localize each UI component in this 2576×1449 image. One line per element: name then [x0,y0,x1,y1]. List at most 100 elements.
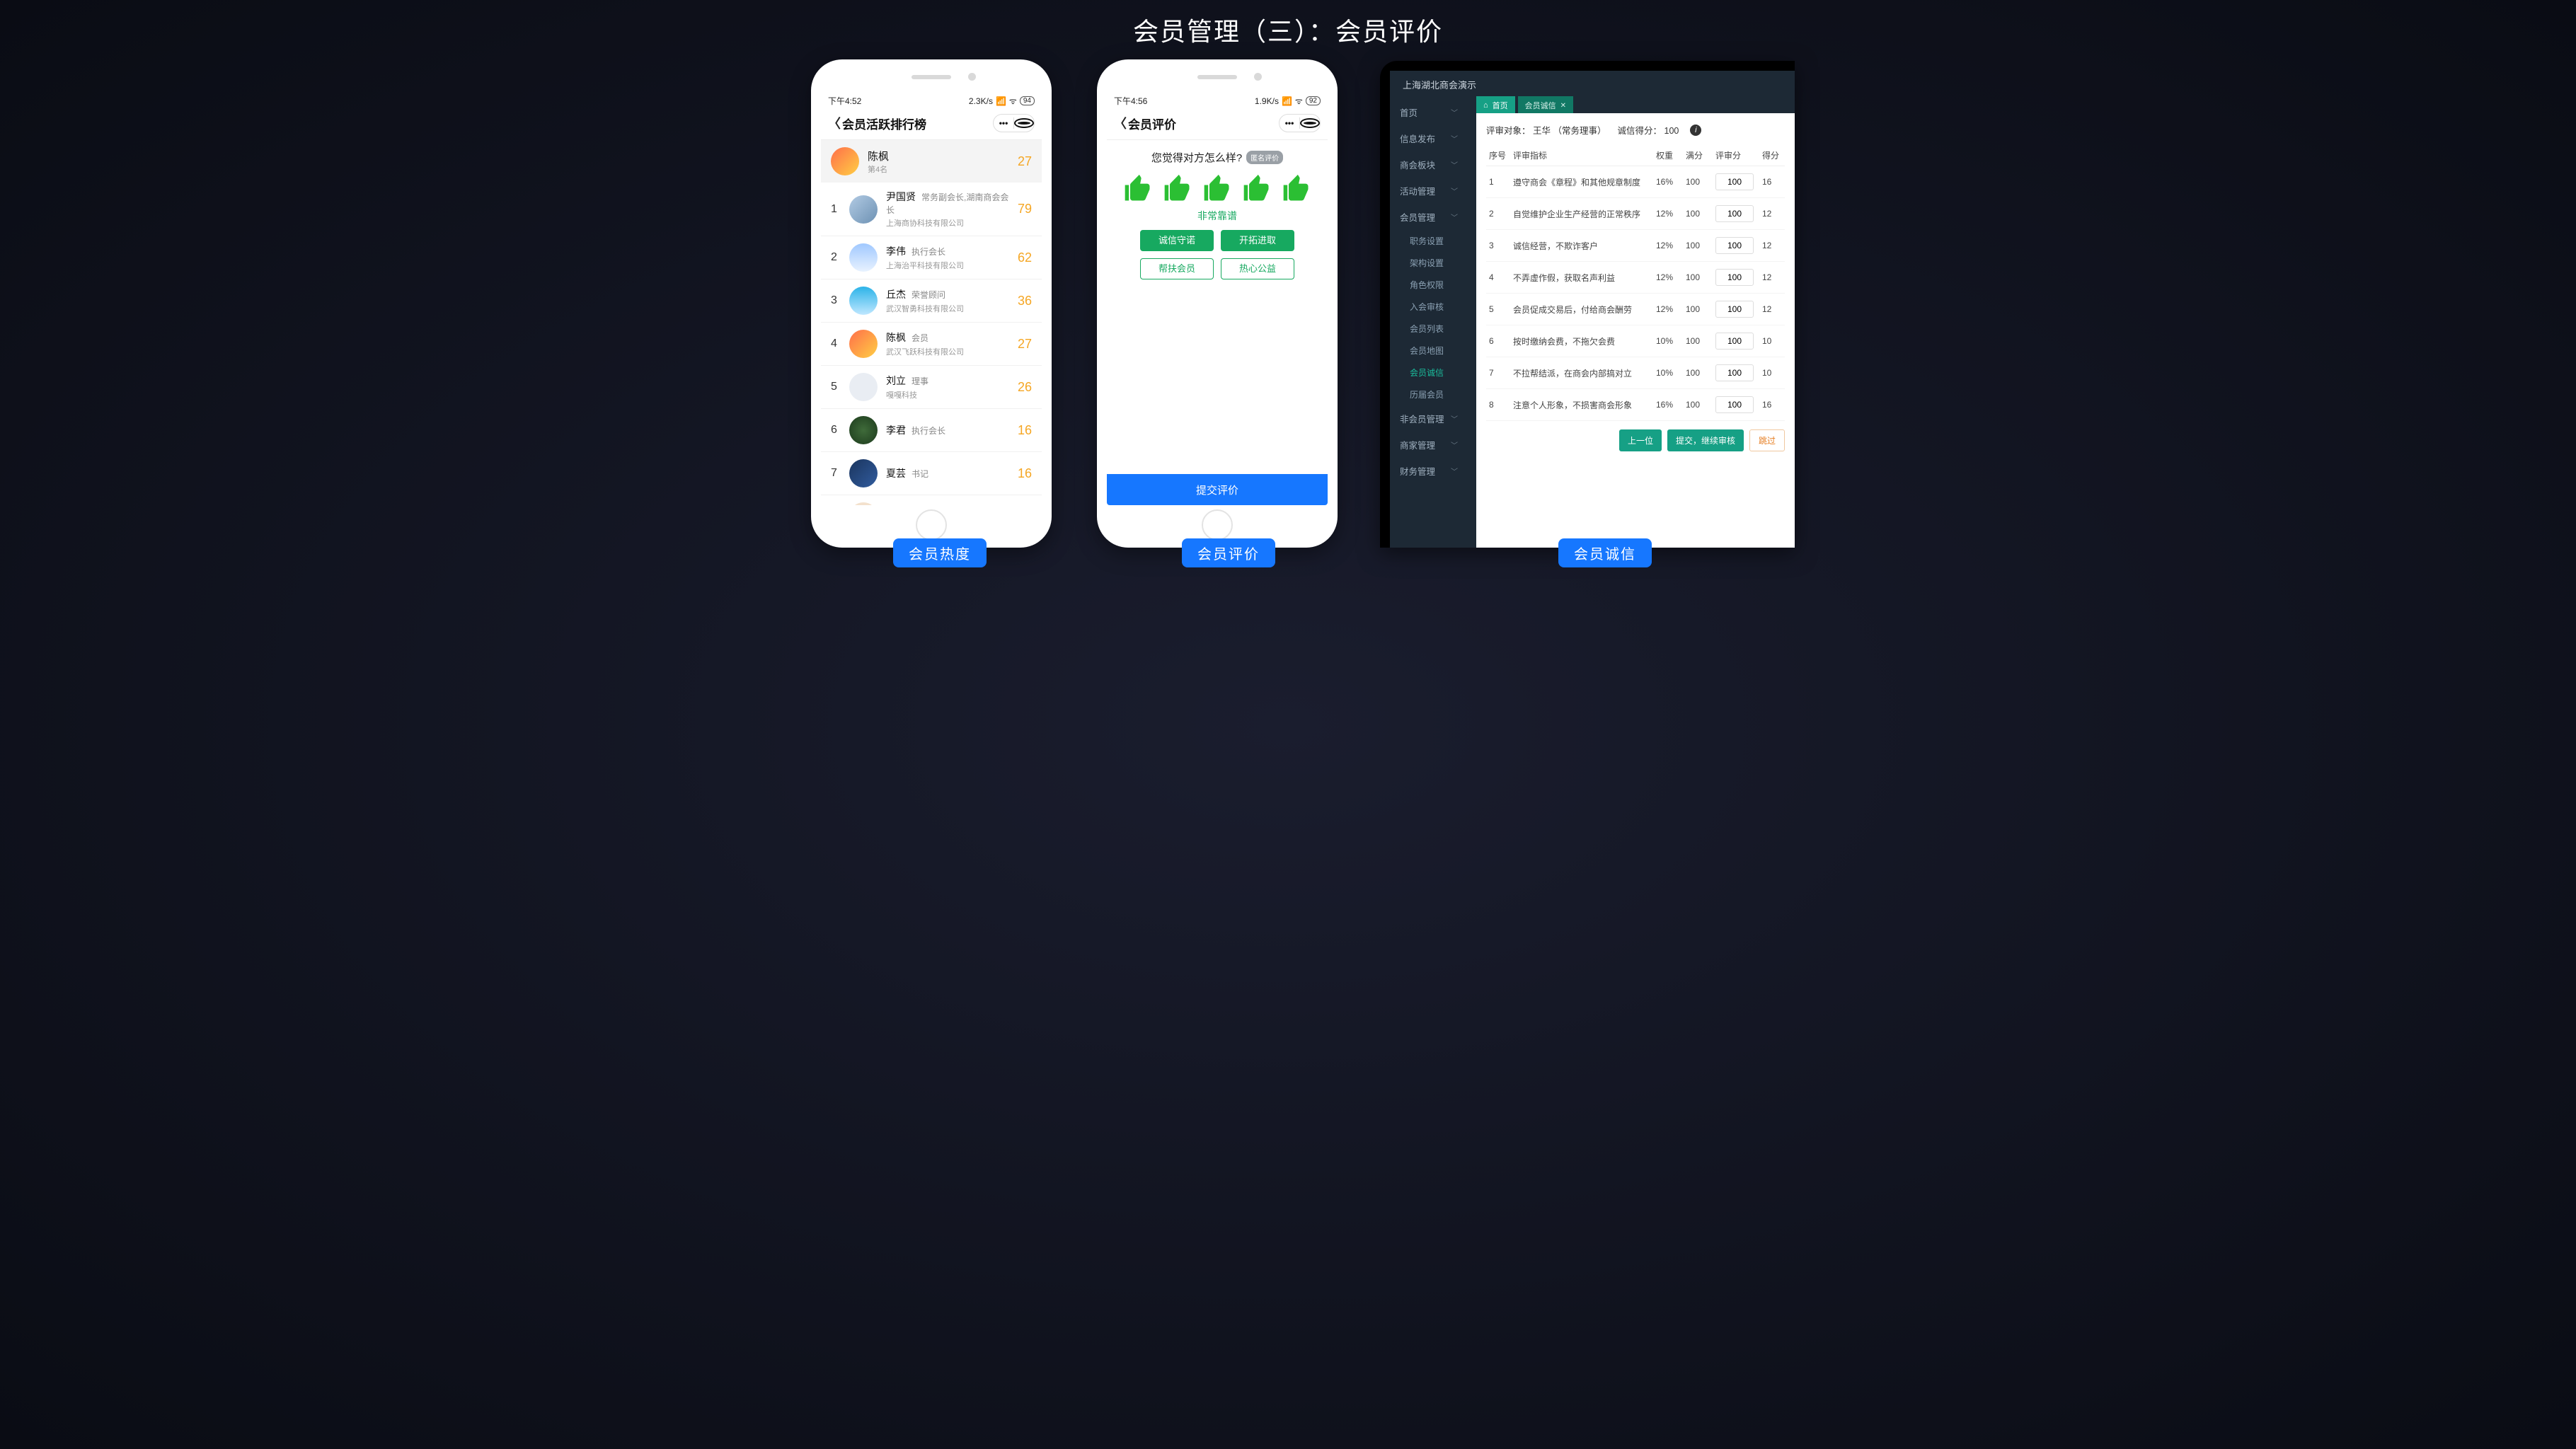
close-icon[interactable] [1300,118,1320,129]
thumb-up-icon[interactable] [1202,173,1233,204]
score-input[interactable] [1715,269,1754,286]
skip-button[interactable]: 跳过 [1749,429,1785,451]
thumb-up-icon[interactable] [1281,173,1312,204]
home-icon: ⌂ [1483,101,1488,110]
score-input[interactable] [1715,333,1754,350]
sidebar-item[interactable]: 活动管理﹀ [1390,178,1468,204]
cell-metric: 按时缴纳会费，不拖欠会费 [1510,325,1653,357]
sidebar-subitem[interactable]: 历届会员 [1390,383,1468,405]
thumb-up-icon[interactable] [1122,173,1154,204]
credit-table: 序号评审指标权重满分评审分得分 1遵守商会《章程》和其他规章制度16%10016… [1486,145,1785,421]
ranking-list[interactable]: 1尹国贤常务副会长,湖南商会会长上海商协科技有限公司792李伟执行会长上海治平科… [821,183,1042,505]
table-row: 2自觉维护企业生产经营的正常秩序12%10012 [1486,198,1785,230]
prev-button[interactable]: 上一位 [1619,429,1662,451]
phone-rating-screen: 下午4:56 1.9K/s 📶 ᯤ 92 〈 会员评价 ••• [1107,91,1328,505]
close-tab-icon[interactable]: ✕ [1560,102,1566,110]
status-time: 下午4:56 [1114,95,1147,107]
ranking-row[interactable]: 3丘杰荣誉顾问武汉智勇科技有限公司36 [821,279,1042,323]
sidebar-item[interactable]: 财务管理﹀ [1390,458,1468,484]
rating-tag[interactable]: 诚信守诺 [1140,230,1214,251]
wifi-icon: ᯤ [1295,95,1303,107]
sidebar-subitem[interactable]: 角色权限 [1390,274,1468,296]
mini-program-capsule[interactable]: ••• [1279,114,1321,132]
rating-tag[interactable]: 开拓进取 [1221,230,1294,251]
submit-continue-button[interactable]: 提交，继续审核 [1667,429,1744,451]
member-company: 上海治平科技有限公司 [886,260,1009,271]
sidebar-item-members[interactable]: 会员管理﹀ [1390,204,1468,230]
cell-index: 8 [1486,389,1510,421]
ranking-row[interactable]: 6李君执行会长16 [821,409,1042,452]
cell-weight: 10% [1653,325,1683,357]
member-score: 79 [1018,202,1032,217]
page-title: 会员管理（三）：会员评价 [773,11,1803,48]
cell-index: 5 [1486,294,1510,325]
info-icon[interactable]: i [1690,125,1701,136]
sidebar-item[interactable]: 首页﹀ [1390,99,1468,125]
status-bar: 下午4:52 2.3K/s 📶 ᯤ 94 [821,91,1042,108]
sidebar-subitem[interactable]: 会员诚信 [1390,362,1468,383]
score-input[interactable] [1715,364,1754,381]
sidebar-subitem[interactable]: 会员列表 [1390,318,1468,340]
sidebar[interactable]: 首页﹀信息发布﹀商会板块﹀活动管理﹀会员管理﹀职务设置架构设置角色权限入会审核会… [1390,99,1468,484]
back-icon[interactable]: 〈 [1114,114,1128,132]
more-icon[interactable]: ••• [1280,118,1299,128]
submit-rating-button[interactable]: 提交评价 [1107,474,1328,505]
cell-weight: 10% [1653,357,1683,389]
ranking-row[interactable]: 2李伟执行会长上海治平科技有限公司62 [821,236,1042,279]
member-role: 执行会长 [912,247,945,257]
avatar [849,459,878,487]
score-input[interactable] [1715,396,1754,413]
tab-credit[interactable]: 会员诚信✕ [1518,96,1573,115]
cell-metric: 不弄虚作假，获取名声利益 [1510,262,1653,294]
phone-speaker [1197,75,1237,79]
cell-input [1713,294,1759,325]
back-icon[interactable]: 〈 [828,114,842,132]
cell-input [1713,166,1759,198]
thumb-up-icon[interactable] [1162,173,1193,204]
more-icon[interactable]: ••• [994,118,1013,128]
rating-tag[interactable]: 热心公益 [1221,258,1294,279]
cell-input [1713,262,1759,294]
sidebar-item[interactable]: 商家管理﹀ [1390,432,1468,458]
home-button[interactable] [1202,509,1233,541]
score-input[interactable] [1715,205,1754,222]
score-input[interactable] [1715,173,1754,190]
sidebar-item[interactable]: 非会员管理﹀ [1390,405,1468,432]
pinned-self-row[interactable]: 陈枫 第4名 27 [821,140,1042,183]
score-input[interactable] [1715,301,1754,318]
ranking-row[interactable]: 1尹国贤常务副会长,湖南商会会长上海商协科技有限公司79 [821,183,1042,236]
thumb-up-icon[interactable] [1241,173,1272,204]
rating-thumbs[interactable] [1115,173,1319,204]
rating-tag[interactable]: 帮扶会员 [1140,258,1214,279]
cell-metric: 注意个人形象，不损害商会形象 [1510,389,1653,421]
navbar: 〈 会员评价 ••• [1107,108,1328,140]
sidebar-subitem[interactable]: 入会审核 [1390,296,1468,318]
cell-index: 6 [1486,325,1510,357]
chevron-down-icon: ﹀ [1451,413,1458,424]
tag-row: 诚信守诺开拓进取帮扶会员热心公益 [1115,230,1319,279]
home-button[interactable] [916,509,947,541]
anonymous-chip[interactable]: 匿名评价 [1246,151,1283,164]
mini-program-capsule[interactable]: ••• [993,114,1035,132]
pinned-name: 陈枫 [868,149,1009,163]
close-icon[interactable] [1014,118,1034,129]
cell-metric: 不拉帮结派，在商会内部搞对立 [1510,357,1653,389]
sidebar-item[interactable]: 商会板块﹀ [1390,151,1468,178]
score-input[interactable] [1715,237,1754,254]
ranking-row[interactable]: 7夏芸书记16 [821,452,1042,495]
sidebar-subitem[interactable]: 会员地图 [1390,340,1468,362]
signal-icon: 📶 [1282,96,1292,106]
ranking-row[interactable]: 5刘立理事嘎嘎科技26 [821,366,1042,409]
sidebar-item[interactable]: 信息发布﹀ [1390,125,1468,151]
header-role: （常务理事） [1553,126,1606,136]
cell-score: 12 [1759,294,1785,325]
ranking-row[interactable]: 4陈枫会员武汉飞跃科技有限公司27 [821,323,1042,366]
cell-weight: 12% [1653,198,1683,230]
member-company: 上海商协科技有限公司 [886,217,1009,229]
sidebar-subitem[interactable]: 架构设置 [1390,252,1468,274]
tab-home[interactable]: ⌂首页 [1476,96,1515,115]
sidebar-subitem[interactable]: 职务设置 [1390,230,1468,252]
brand-title: 上海湖北商会演示 [1403,78,1476,91]
table-header: 满分 [1683,145,1713,166]
status-bar: 下午4:56 1.9K/s 📶 ᯤ 92 [1107,91,1328,108]
